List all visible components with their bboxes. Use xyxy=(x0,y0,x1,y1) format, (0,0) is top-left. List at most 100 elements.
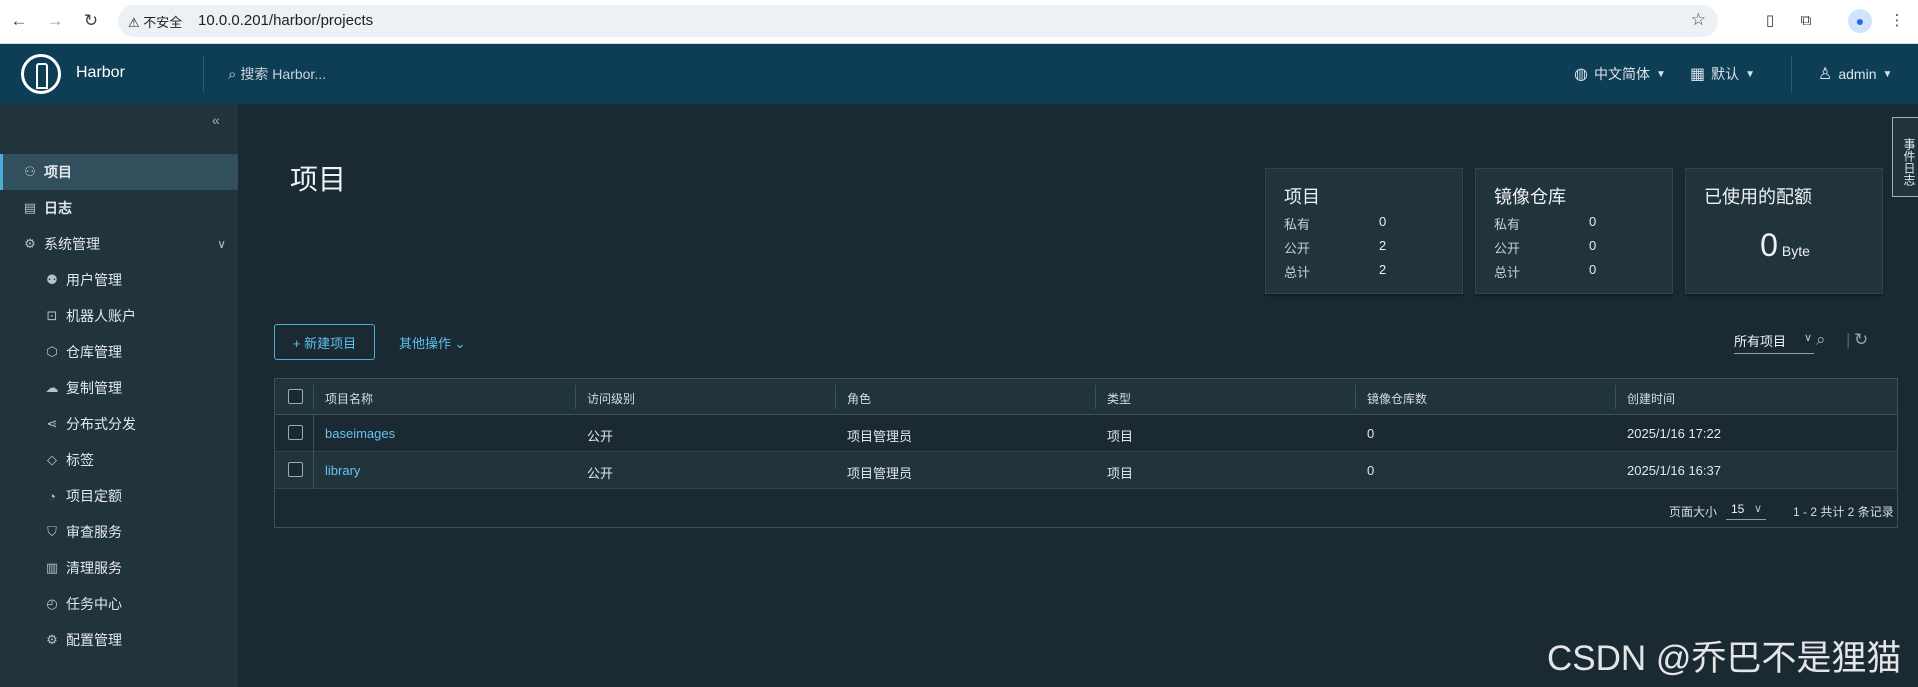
divider: | xyxy=(1846,330,1851,349)
refresh-icon[interactable]: ↻ xyxy=(1854,330,1868,350)
extension-icon[interactable]: ▯ xyxy=(1759,10,1781,32)
chevron-down-icon: ⌄ xyxy=(454,336,466,351)
column-separator xyxy=(1355,385,1356,409)
theme-switcher[interactable]: ▦ 默认 ▼ xyxy=(1690,64,1755,84)
admin-icon: ⚙ xyxy=(24,236,36,251)
stat-value: 0 xyxy=(1379,214,1387,229)
page-size-value: 15 xyxy=(1731,502,1745,516)
language-switcher[interactable]: ◍ 中文简体 ▼ xyxy=(1574,64,1666,84)
reload-icon[interactable]: ↻ xyxy=(80,10,102,32)
search-icon: ⌕ xyxy=(228,65,237,83)
sidebar-item-label: 机器人账户 xyxy=(66,308,136,324)
stat-row: 公开 2 xyxy=(1284,238,1404,257)
sidebar-item-label: 标签 xyxy=(66,452,94,468)
user-menu[interactable]: ♙ admin ▼ xyxy=(1818,64,1892,84)
forward-icon[interactable]: → xyxy=(44,10,66,32)
project-name-link[interactable]: baseimages xyxy=(325,426,395,441)
replication-icon: ☁ xyxy=(45,380,59,395)
sidebar-item-replications[interactable]: ☁ 复制管理 xyxy=(0,370,238,406)
puzzle-icon[interactable]: ⧉ xyxy=(1795,10,1817,32)
more-menu-icon[interactable]: ⋮ xyxy=(1886,10,1908,32)
sidebar-item-configuration[interactable]: ⚙ 配置管理 xyxy=(0,622,238,658)
project-name-link[interactable]: library xyxy=(325,463,360,478)
column-separator xyxy=(575,385,576,409)
stat-label: 公开 xyxy=(1284,241,1311,256)
new-project-button[interactable]: + 新建项目 xyxy=(274,324,375,360)
type-cell: 项目 xyxy=(1107,429,1134,444)
sidebar-item-registries[interactable]: ⬡ 仓库管理 xyxy=(0,334,238,370)
stat-row: 总计 0 xyxy=(1494,262,1614,281)
stat-row: 总计 2 xyxy=(1284,262,1404,281)
sidebar-item-labels[interactable]: ◇ 标签 xyxy=(0,442,238,478)
column-header-repo-count[interactable]: 镜像仓库数 xyxy=(1367,390,1427,407)
sidebar-item-job-service[interactable]: ◴ 任务中心 xyxy=(0,586,238,622)
column-header-role[interactable]: 角色 xyxy=(847,390,871,407)
sidebar-item-label: 系统管理 xyxy=(44,236,100,252)
globe-icon: ◍ xyxy=(1574,66,1588,83)
select-all-checkbox[interactable] xyxy=(288,389,303,404)
app-header: Harbor ⌕ 搜索 Harbor... ◍ 中文简体 ▼ ▦ 默认 ▼ ♙ … xyxy=(0,44,1918,104)
global-search[interactable]: ⌕ 搜索 Harbor... xyxy=(228,63,326,85)
quota-number: 0 xyxy=(1760,227,1778,263)
sidebar-item-projects[interactable]: ⚇ 项目 xyxy=(0,154,238,190)
repo-count-cell: 0 xyxy=(1367,463,1375,478)
role-cell: 项目管理员 xyxy=(847,429,913,444)
search-input[interactable]: 搜索 Harbor... xyxy=(240,64,326,84)
table-row: library 公开 项目管理员 项目 0 2025/1/16 16:37 xyxy=(275,452,1897,489)
address-bar[interactable]: ⚠ 不安全 10.0.0.201/harbor/projects ☆ xyxy=(118,5,1718,37)
sidebar-item-distribution[interactable]: ⋖ 分布式分发 xyxy=(0,406,238,442)
event-log-tab[interactable]: 事件日志 xyxy=(1892,117,1918,197)
sidebar-item-users[interactable]: ⚉ 用户管理 xyxy=(0,262,238,298)
sidebar-item-label: 审查服务 xyxy=(66,524,122,540)
column-header-access[interactable]: 访问级别 xyxy=(587,390,635,407)
sidebar-item-clean-up[interactable]: ▥ 清理服务 xyxy=(0,550,238,586)
column-header-type[interactable]: 类型 xyxy=(1107,390,1131,407)
back-icon[interactable]: ← xyxy=(8,10,30,32)
row-checkbox[interactable] xyxy=(288,462,303,477)
sidebar-item-quotas[interactable]: ◔ 项目定额 xyxy=(0,478,238,514)
quota-unit: Byte xyxy=(1781,243,1810,259)
row-checkbox[interactable] xyxy=(288,425,303,440)
access-level-cell: 公开 xyxy=(587,466,614,481)
user-icon: ♙ xyxy=(1818,66,1833,83)
sidebar-item-label: 日志 xyxy=(44,200,72,216)
search-icon[interactable]: ⌕ xyxy=(1816,330,1826,350)
other-actions-dropdown[interactable]: 其他操作 ⌄ xyxy=(399,333,466,352)
bookmark-star-icon[interactable]: ☆ xyxy=(1691,10,1706,30)
sidebar-item-label: 项目 xyxy=(44,164,72,180)
sidebar-item-label: 用户管理 xyxy=(66,272,122,288)
column-separator xyxy=(1615,385,1616,409)
sidebar-item-system-admin[interactable]: ⚙ 系统管理 ∨ xyxy=(0,226,238,262)
page-size-select[interactable]: 15 ∨ xyxy=(1726,499,1766,520)
header-divider xyxy=(203,56,204,92)
sidebar-item-label: 分布式分发 xyxy=(66,416,136,432)
sidebar-item-label: 配置管理 xyxy=(66,632,122,648)
shield-icon: ⛉ xyxy=(47,524,57,539)
stat-value: 0 xyxy=(1589,238,1597,253)
chevron-down-icon: ∨ xyxy=(1803,332,1812,344)
security-indicator[interactable]: ⚠ 不安全 xyxy=(128,12,182,31)
tasks-icon: ◴ xyxy=(46,596,58,611)
column-header-name[interactable]: 项目名称 xyxy=(325,390,373,407)
harbor-logo-icon[interactable] xyxy=(21,54,61,94)
browser-toolbar: ← → ↻ ⚠ 不安全 10.0.0.201/harbor/projects ☆… xyxy=(0,0,1918,44)
sidebar-item-interrogation[interactable]: ⛉ 审查服务 xyxy=(0,514,238,550)
language-label: 中文简体 xyxy=(1593,66,1650,82)
sidebar-item-label: 清理服务 xyxy=(66,560,122,576)
sidebar-item-robot-accounts[interactable]: ⊡ 机器人账户 xyxy=(0,298,238,334)
record-count: 1 - 2 共计 2 条记录 xyxy=(1793,505,1894,519)
stat-row: 私有 0 xyxy=(1494,214,1614,233)
stat-label: 总计 xyxy=(1284,265,1311,280)
profile-avatar-icon[interactable]: ● xyxy=(1848,9,1872,33)
brand-name[interactable]: Harbor xyxy=(76,64,125,82)
sidebar-item-label: 仓库管理 xyxy=(66,344,122,360)
collapse-sidebar-icon[interactable]: « xyxy=(212,112,220,128)
project-filter-select[interactable]: 所有项目 ∨ xyxy=(1734,331,1814,354)
sidebar-item-logs[interactable]: ▤ 日志 xyxy=(0,190,238,226)
stat-row: 私有 0 xyxy=(1284,214,1404,233)
chevron-down-icon: ▼ xyxy=(1655,68,1666,80)
column-header-created[interactable]: 创建时间 xyxy=(1627,390,1675,407)
stat-value: 2 xyxy=(1379,238,1387,253)
stat-label: 总计 xyxy=(1494,265,1521,280)
url-text[interactable]: 10.0.0.201/harbor/projects xyxy=(198,12,373,29)
